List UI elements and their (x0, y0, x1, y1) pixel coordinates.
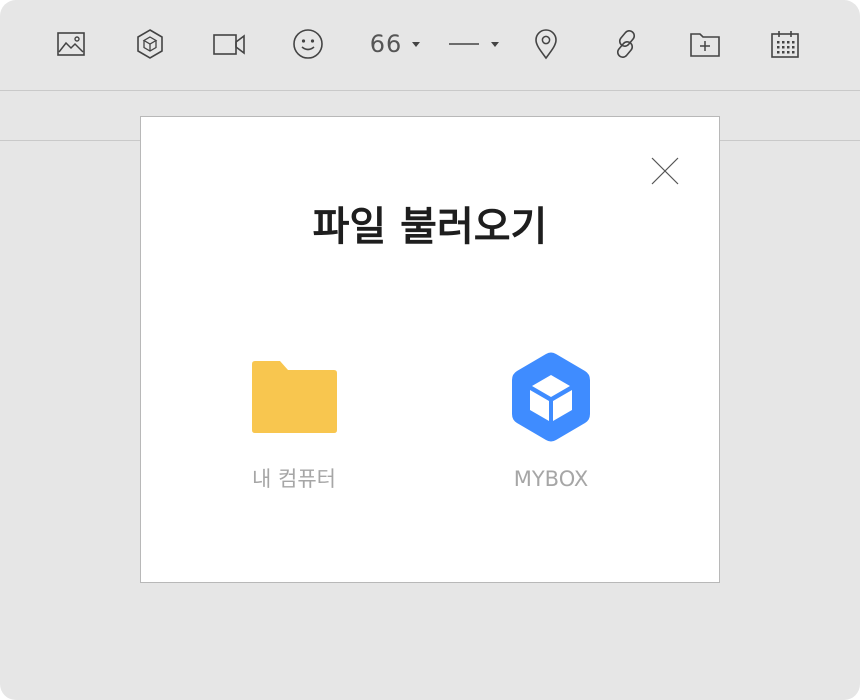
close-icon (651, 157, 679, 185)
calendar-icon (771, 31, 799, 58)
editor-frame: 66 파일 불러오기 내 컴퓨터 MYBOX (0, 0, 860, 700)
chevron-down-icon (412, 41, 421, 47)
quote-button[interactable]: 66 (364, 26, 426, 62)
image-button[interactable] (54, 26, 88, 62)
cube-box-icon (137, 29, 163, 59)
editor-toolbar: 66 (0, 0, 860, 91)
link-button[interactable] (609, 26, 643, 62)
place-button[interactable] (531, 26, 561, 62)
emoticon-icon (293, 29, 323, 59)
video-camera-icon (213, 34, 245, 55)
component-button[interactable] (133, 26, 167, 62)
mybox-option[interactable]: MYBOX (471, 349, 631, 499)
my-computer-option[interactable]: 내 컴퓨터 (214, 349, 374, 499)
folder-add-icon (690, 33, 720, 57)
file-attach-button[interactable] (688, 26, 722, 62)
chevron-down-icon (491, 41, 499, 47)
mybox-cube-icon (512, 352, 590, 442)
file-import-dialog: 파일 불러오기 내 컴퓨터 MYBOX (140, 116, 720, 583)
schedule-button[interactable] (768, 26, 802, 62)
image-icon (57, 32, 85, 56)
folder-icon (252, 361, 337, 433)
my-computer-label: 내 컴퓨터 (252, 467, 336, 491)
map-pin-icon (535, 29, 557, 60)
dialog-title: 파일 불러오기 (312, 204, 548, 250)
quote-icon: 66 (369, 30, 403, 58)
folder-icon-wrap (214, 349, 374, 445)
mybox-label: MYBOX (513, 467, 589, 491)
link-icon (616, 30, 636, 58)
divider-line-icon (449, 43, 479, 45)
emoticon-button[interactable] (291, 26, 325, 62)
close-button[interactable] (649, 155, 681, 187)
video-button[interactable] (211, 26, 247, 62)
divider-button[interactable] (443, 26, 505, 62)
mybox-icon-wrap (471, 349, 631, 445)
